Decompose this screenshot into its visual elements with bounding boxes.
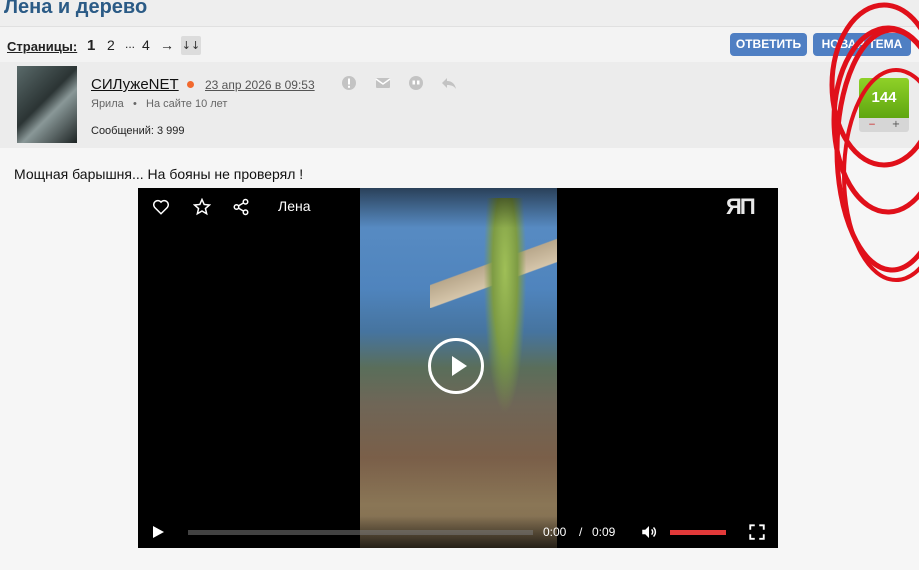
video-controls: 0:00 / 0:09 [138, 516, 778, 548]
page-current: 1 [87, 37, 96, 54]
volume-icon[interactable] [640, 523, 658, 541]
reply-button[interactable]: ОТВЕТИТЬ [730, 33, 807, 56]
pages-label[interactable]: Страницы: [7, 39, 77, 54]
post-date[interactable]: 23 апр 2026 в 09:53 [205, 78, 315, 92]
new-topic-button[interactable]: НОВАЯ ТЕМА [813, 33, 911, 56]
topic-title: Лена и дерево [4, 0, 148, 18]
avatar[interactable] [17, 66, 77, 143]
rating-controls: − + [859, 118, 909, 132]
video-player[interactable]: Лена ЯП 0:00 / 0:09 [138, 188, 778, 548]
volume-fill [670, 530, 726, 535]
time-total: 0:09 [592, 525, 616, 539]
play-icon[interactable] [153, 526, 164, 538]
volume-slider[interactable] [670, 530, 726, 535]
rating-value: 144 [859, 78, 909, 118]
post-body-text: Мощная барышня... На бояны не проверял ! [14, 166, 304, 182]
meta-separator: • [133, 98, 137, 110]
like-heart-icon[interactable] [151, 198, 171, 218]
site-logo: ЯП [726, 194, 756, 219]
video-title: Лена [278, 198, 311, 214]
reply-arrow-icon[interactable] [441, 75, 457, 91]
time-current: 0:00 [543, 525, 567, 539]
user-messages-count: Сообщений: 3 999 [91, 125, 185, 137]
topic-header: Лена и дерево [0, 0, 919, 26]
time-separator: / [579, 525, 583, 539]
video-frame-tree [480, 198, 530, 438]
page-link-4[interactable]: 4 [142, 37, 150, 53]
rate-up-button[interactable]: + [889, 120, 903, 130]
sort-order-icon[interactable]: ↓↓ [181, 36, 201, 55]
video-top-bar: Лена ЯП [138, 188, 778, 228]
online-status-icon [187, 81, 194, 88]
progress-bar[interactable] [188, 530, 533, 535]
page-link-2[interactable]: 2 [107, 37, 115, 53]
pagination-bar: Страницы: 1 2 ... 4 → ↓↓ ОТВЕТИТЬ НОВАЯ … [0, 26, 919, 63]
share-icon[interactable] [231, 198, 251, 218]
rate-down-button[interactable]: − [865, 121, 879, 130]
page-ellipsis: ... [125, 37, 136, 51]
post-author[interactable]: СИЛужеNET [91, 76, 179, 93]
fullscreen-icon[interactable] [748, 523, 766, 541]
favorite-star-icon[interactable] [192, 197, 212, 218]
user-on-site: На сайте 10 лет [146, 98, 228, 110]
mail-icon[interactable] [375, 75, 391, 91]
big-play-icon[interactable] [428, 338, 484, 394]
user-group: Ярила [91, 98, 124, 110]
quote-icon[interactable] [408, 75, 424, 91]
next-page-arrow[interactable]: → [160, 37, 174, 53]
post-rating: 144 − + [859, 78, 909, 133]
report-icon[interactable] [341, 75, 357, 91]
